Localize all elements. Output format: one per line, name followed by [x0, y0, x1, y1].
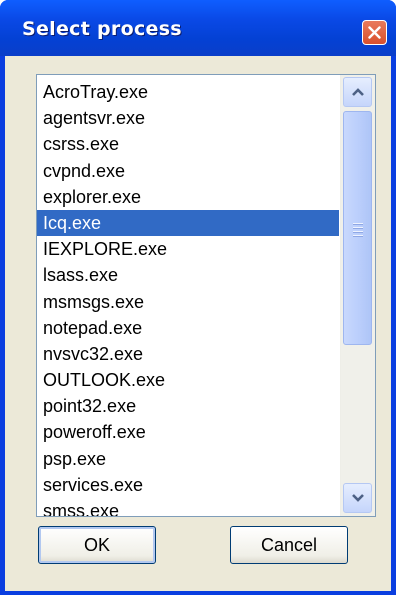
scroll-down-button[interactable] — [343, 483, 372, 513]
chevron-up-icon — [352, 88, 364, 96]
process-listbox[interactable]: AcroTray.exe agentsvr.exe csrss.exe cvpnd.e… — [36, 74, 376, 517]
process-list-item[interactable]: lsass.exe — [37, 262, 339, 288]
dialog-client-area: AcroTray.exe agentsvr.exe csrss.exe cvpnd.e… — [5, 56, 391, 591]
process-items: AcroTray.exe agentsvr.exe csrss.exe cvpnd.e… — [37, 79, 339, 516]
process-list-item[interactable]: nvsvc32.exe — [37, 341, 339, 367]
process-list-item[interactable]: point32.exe — [37, 393, 339, 419]
process-list-item[interactable]: cvpnd.exe — [37, 158, 339, 184]
process-list-item[interactable]: psp.exe — [37, 446, 339, 472]
process-list-item[interactable]: poweroff.exe — [37, 419, 339, 445]
process-list-item[interactable]: msmsgs.exe — [37, 289, 339, 315]
process-list-item[interactable]: OUTLOOK.exe — [37, 367, 339, 393]
cancel-button[interactable]: Cancel — [230, 526, 348, 564]
scroll-thumb[interactable] — [343, 111, 372, 345]
process-list-item[interactable]: explorer.exe — [37, 184, 339, 210]
title-bar[interactable]: Select process — [0, 0, 396, 56]
process-list-item[interactable]: IEXPLORE.exe — [37, 236, 339, 262]
process-list-item[interactable]: agentsvr.exe — [37, 105, 339, 131]
scroll-up-button[interactable] — [343, 77, 372, 107]
process-list-item[interactable]: notepad.exe — [37, 315, 339, 341]
process-list-item[interactable]: smss.exe — [37, 498, 339, 516]
vertical-scrollbar[interactable] — [340, 75, 375, 516]
select-process-dialog: Select process AcroTray.exe agentsvr.exe c… — [0, 0, 396, 595]
chevron-down-icon — [352, 494, 364, 502]
close-button[interactable] — [362, 20, 387, 45]
process-list-item[interactable]: Icq.exe — [37, 209, 339, 237]
process-list-item[interactable]: services.exe — [37, 472, 339, 498]
thumb-grip-icon — [353, 223, 363, 239]
process-list-item[interactable]: csrss.exe — [37, 131, 339, 157]
close-x-icon — [368, 26, 381, 39]
process-list-item[interactable]: AcroTray.exe — [37, 79, 339, 105]
window-title: Select process — [22, 18, 182, 40]
ok-button[interactable]: OK — [38, 526, 156, 564]
